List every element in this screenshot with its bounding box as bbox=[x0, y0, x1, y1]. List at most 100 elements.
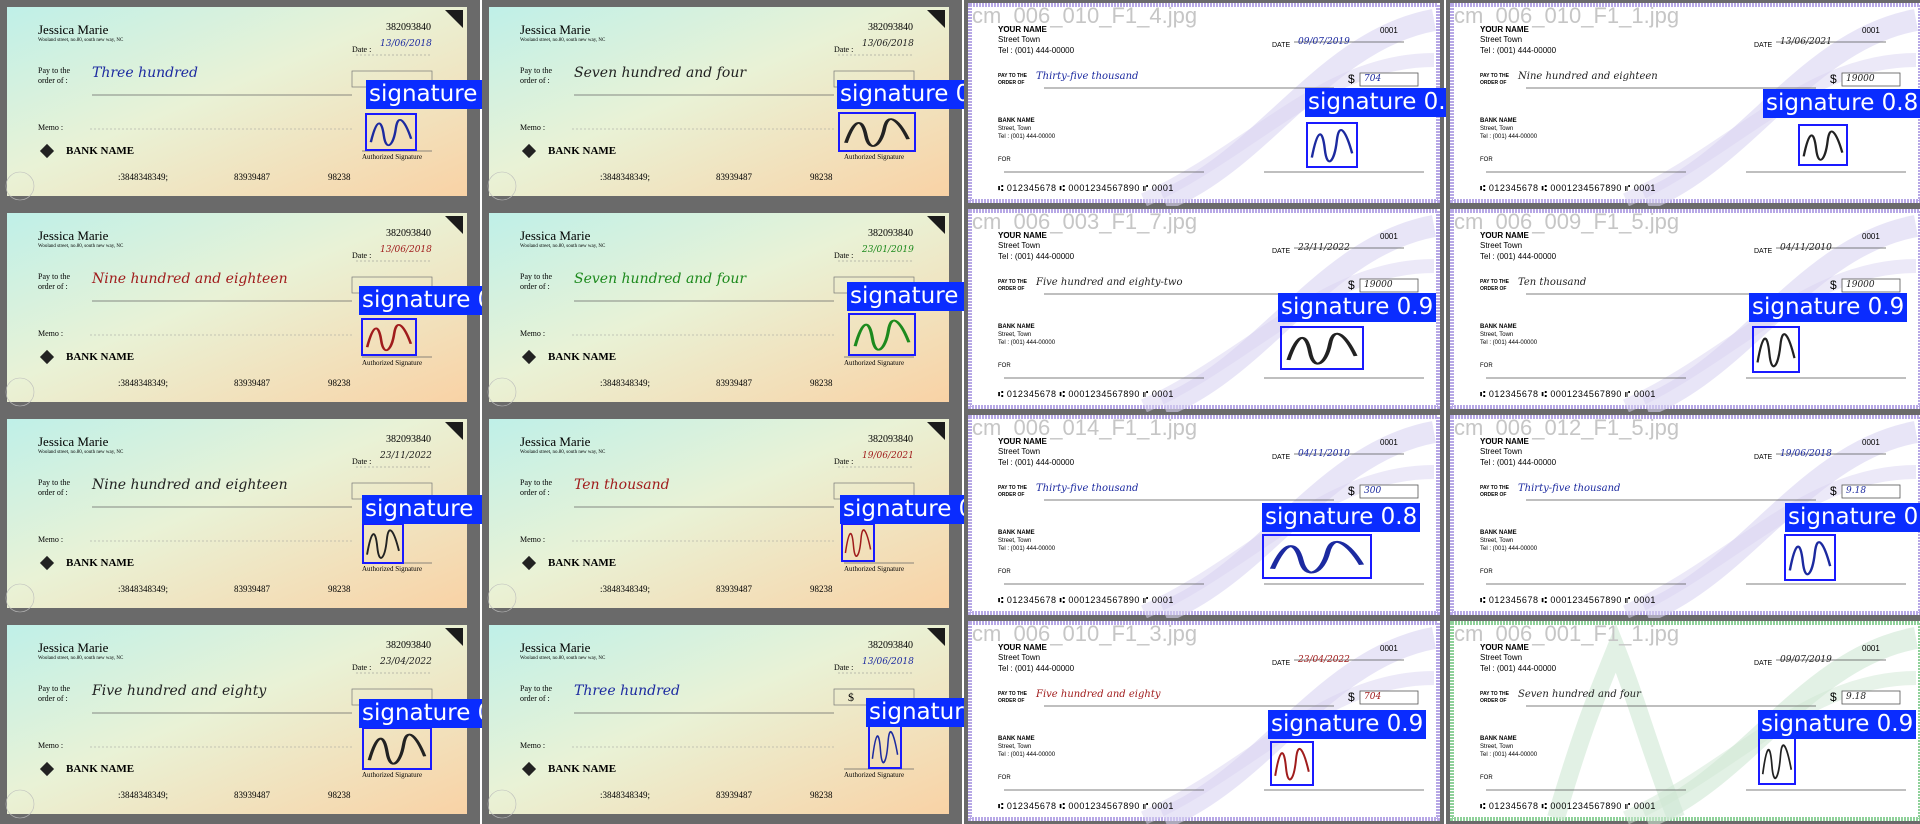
file-name-overlay: cm_006_001_F1_1.jpg bbox=[1454, 621, 1680, 646]
bank-telephone: Tel : (001) 444-00000 bbox=[998, 752, 1056, 758]
account-holder-name: Jessica Marie bbox=[38, 434, 109, 449]
authorized-signature-label: Authorized Signature bbox=[362, 565, 423, 573]
telephone: Tel : (001) 444-00000 bbox=[1480, 46, 1557, 55]
amount-value: 9.18 bbox=[1846, 692, 1867, 702]
micr-code: 98238 bbox=[810, 790, 833, 800]
check-number: 382093840 bbox=[386, 22, 431, 33]
micr-account: :3848348349; bbox=[118, 172, 169, 182]
detection-label: signature 0.9 bbox=[1758, 710, 1917, 739]
payee-handwritten: Three hundred bbox=[92, 65, 199, 81]
holder-address: Wooland street, no.80, south new way, NC bbox=[520, 656, 606, 661]
bank-name: BANK NAME bbox=[548, 557, 617, 569]
file-name-overlay: cm_006_010_F1_4.jpg bbox=[972, 3, 1198, 28]
payee-handwritten: Five hundred and eighty-two bbox=[1036, 277, 1183, 288]
handwritten-signature bbox=[369, 119, 413, 147]
dollar-sign: $ bbox=[848, 690, 854, 704]
file-name-overlay: cm_006_012_F1_5.jpg bbox=[1454, 415, 1680, 440]
order-of-label: ORDER OF bbox=[998, 80, 1025, 86]
memo-label: Memo : bbox=[520, 741, 546, 750]
handwritten-signature bbox=[1802, 130, 1844, 161]
date-label: DATE bbox=[1754, 248, 1773, 255]
micr-code: 98238 bbox=[810, 378, 833, 388]
pay-to-label: PAY TO THE bbox=[998, 691, 1027, 697]
date-value: 13/06/2018 bbox=[862, 39, 914, 49]
order-of-label: order of : bbox=[520, 694, 550, 703]
memo-label: Memo : bbox=[520, 535, 546, 544]
detection-label: signature 0.9 bbox=[1278, 293, 1437, 322]
pay-to-label: PAY TO THE bbox=[1480, 73, 1509, 79]
micr-line: ⑆ 012345678 ⑆ 0001234567890 ⑈ 0001 bbox=[1480, 801, 1656, 811]
bank-name-label: BANK NAME bbox=[1480, 118, 1517, 124]
your-name-label: YOUR NAME bbox=[998, 437, 1047, 446]
pay-to-label: PAY TO THE bbox=[1480, 485, 1509, 491]
bank-street: Street, Town bbox=[998, 538, 1032, 544]
date-label: DATE bbox=[1272, 42, 1291, 49]
payee-handwritten: Nine hundred and eighteen bbox=[92, 477, 288, 493]
check-number: 0001 bbox=[1380, 644, 1398, 653]
handwritten-signature bbox=[1269, 540, 1365, 574]
telephone: Tel : (001) 444-00000 bbox=[1480, 664, 1557, 673]
bank-telephone: Tel : (001) 444-00000 bbox=[998, 546, 1056, 552]
dollar-sign: $ bbox=[1830, 278, 1837, 292]
street-town: Street Town bbox=[998, 35, 1041, 44]
amount-value: 19000 bbox=[1846, 74, 1875, 84]
micr-account: :3848348349; bbox=[600, 172, 651, 182]
signature-bounding-box bbox=[1280, 326, 1364, 370]
payee-handwritten: Seven hundred and four bbox=[574, 271, 747, 287]
payee-handwritten: Ten thousand bbox=[1518, 277, 1587, 288]
authorized-signature-label: Authorized Signature bbox=[844, 565, 905, 573]
account-holder-name: Jessica Marie bbox=[520, 434, 591, 449]
image-grid: Jessica Marie Wooland street, no.80, sout… bbox=[0, 0, 1920, 824]
payee-handwritten: Five hundred and eighty bbox=[1036, 689, 1161, 700]
for-label: FOR bbox=[998, 363, 1011, 369]
payee-handwritten: Seven hundred and four bbox=[1518, 689, 1641, 700]
micr-routing: 83939487 bbox=[716, 584, 752, 594]
your-name-label: YOUR NAME bbox=[998, 643, 1047, 652]
date-label: Date : bbox=[834, 251, 854, 260]
authorized-signature-label: Authorized Signature bbox=[844, 153, 905, 161]
micr-line: ⑆ 012345678 ⑆ 0001234567890 ⑈ 0001 bbox=[998, 389, 1174, 399]
pay-to-label: PAY TO THE bbox=[998, 279, 1027, 285]
holder-address: Wooland street, no.80, south new way, NC bbox=[38, 38, 124, 43]
date-value: 23/11/2022 bbox=[1298, 243, 1350, 253]
memo-label: Memo : bbox=[38, 535, 64, 544]
memo-label: Memo : bbox=[38, 741, 64, 750]
amount-value: 19000 bbox=[1364, 280, 1393, 290]
date-value: 13/06/2018 bbox=[380, 39, 432, 49]
micr-line: ⑆ 012345678 ⑆ 0001234567890 ⑈ 0001 bbox=[998, 183, 1174, 193]
check-number: 0001 bbox=[1862, 644, 1880, 653]
signature-bounding-box bbox=[1306, 122, 1358, 168]
micr-code: 98238 bbox=[328, 584, 351, 594]
micr-routing: 83939487 bbox=[716, 790, 752, 800]
file-name-overlay: cm_006_010_F1_3.jpg bbox=[972, 621, 1198, 646]
for-label: FOR bbox=[998, 775, 1011, 781]
micr-line: ⑆ 012345678 ⑆ 0001234567890 ⑈ 0001 bbox=[998, 595, 1174, 605]
check-number: 382093840 bbox=[868, 22, 913, 33]
bank-street: Street, Town bbox=[998, 744, 1032, 750]
account-holder-name: Jessica Marie bbox=[38, 640, 109, 655]
bank-street: Street, Town bbox=[998, 332, 1032, 338]
bank-telephone: Tel : (001) 444-00000 bbox=[998, 134, 1056, 140]
telephone: Tel : (001) 444-00000 bbox=[1480, 252, 1557, 261]
date-value: 13/06/2018 bbox=[380, 245, 432, 255]
micr-line: ⑆ 012345678 ⑆ 0001234567890 ⑈ 0001 bbox=[998, 801, 1174, 811]
detection-label: signature 0.9 bbox=[1268, 710, 1427, 739]
check-number: 0001 bbox=[1862, 232, 1880, 241]
payee-handwritten: Seven hundred and four bbox=[574, 65, 747, 81]
order-of-label: order of : bbox=[520, 488, 550, 497]
date-value: 23/11/2022 bbox=[380, 451, 432, 461]
date-value: 23/01/2019 bbox=[862, 245, 914, 255]
dollar-sign: $ bbox=[1348, 278, 1355, 292]
handwritten-signature bbox=[871, 730, 899, 764]
date-label: DATE bbox=[1272, 248, 1291, 255]
date-value: 04/11/2010 bbox=[1780, 243, 1832, 253]
holder-address: Wooland street, no.80, south new way, NC bbox=[38, 450, 124, 455]
handwritten-signature bbox=[1756, 333, 1796, 368]
handwritten-signature bbox=[1286, 332, 1358, 365]
handwritten-signature bbox=[1761, 744, 1793, 780]
date-label: Date : bbox=[834, 457, 854, 466]
pay-to-label: Pay to the bbox=[38, 272, 70, 281]
amount-value: 9.18 bbox=[1846, 486, 1867, 496]
bank-name: BANK NAME bbox=[66, 351, 135, 363]
check-number: 382093840 bbox=[386, 640, 431, 651]
